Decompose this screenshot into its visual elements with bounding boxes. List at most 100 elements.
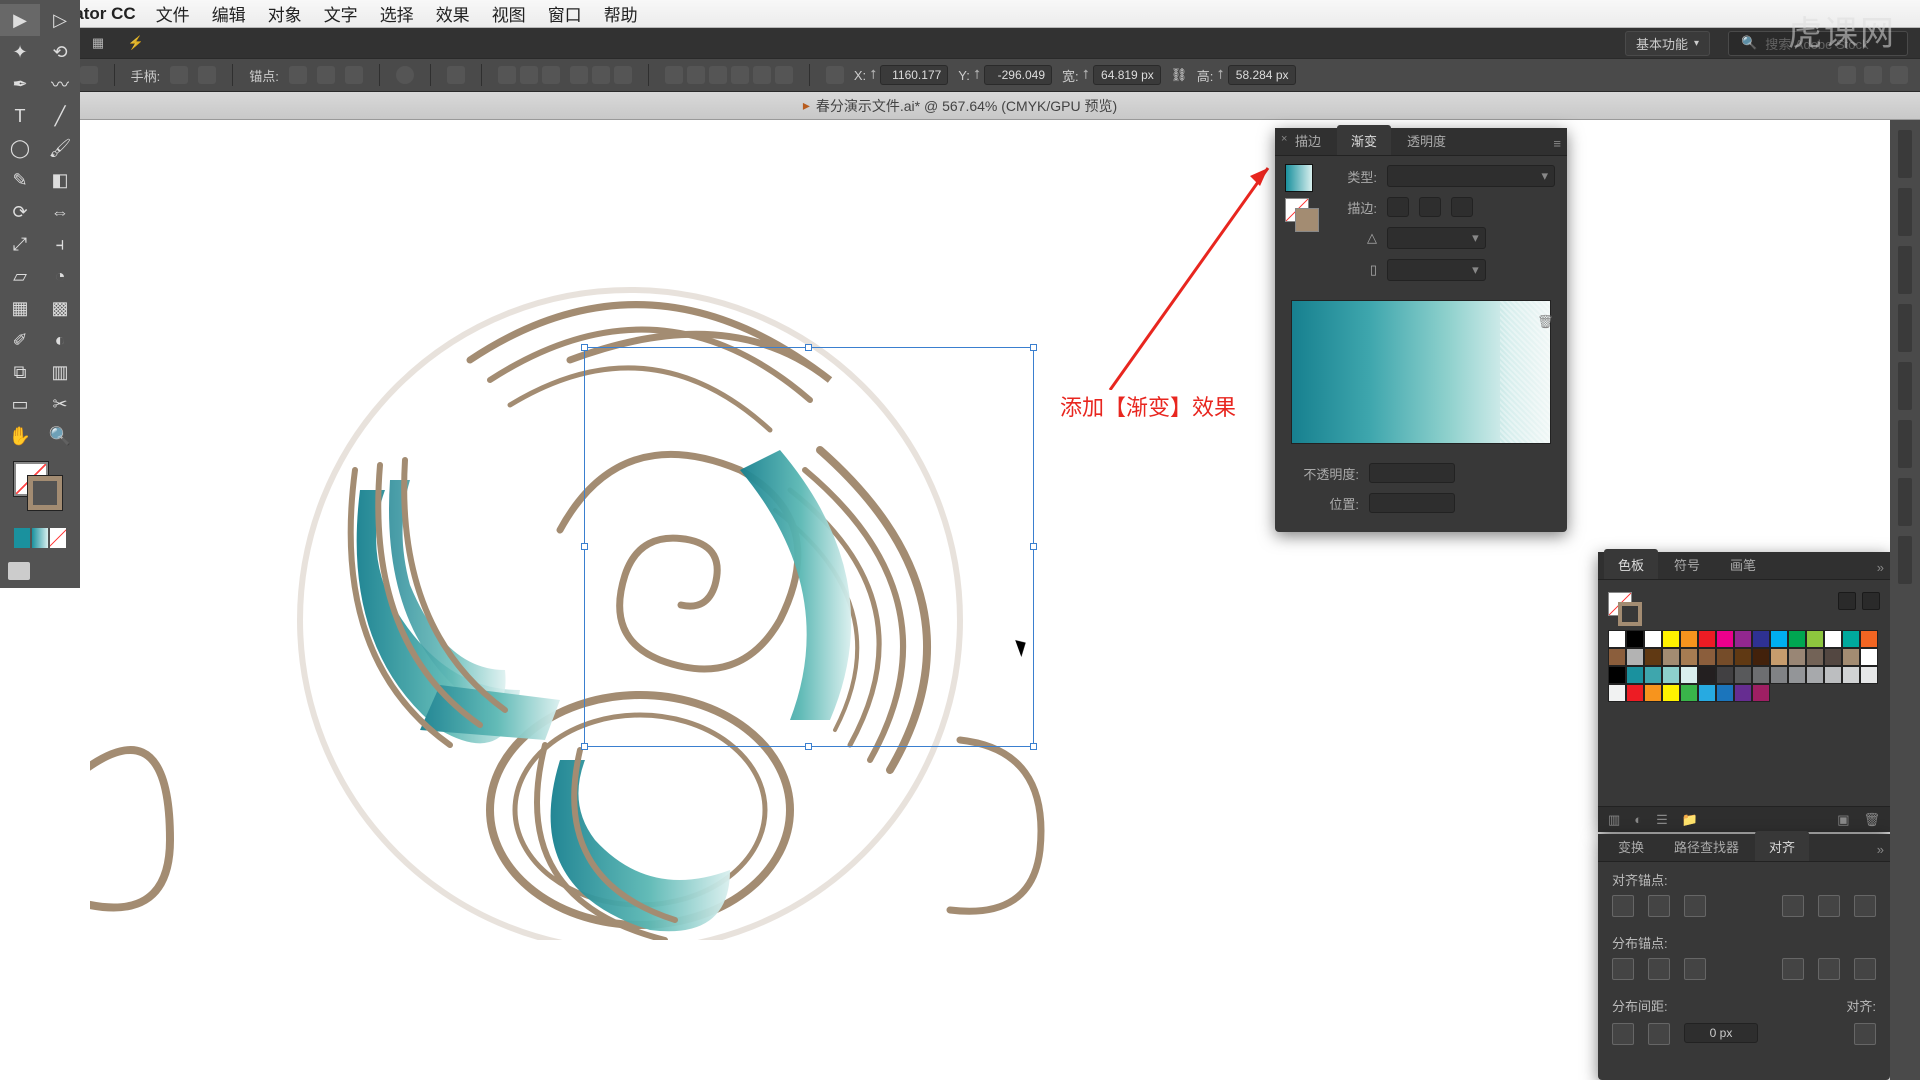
swatch-cell[interactable] [1608,630,1626,648]
anchor-btn1[interactable] [289,66,307,84]
dist-vcenter[interactable] [1648,958,1670,980]
gradient-tool[interactable]: ◐ [40,324,80,356]
swatch-cell[interactable] [1644,666,1662,684]
smooth-btn[interactable] [80,66,98,84]
curvature-tool[interactable]: 〰 [40,68,80,100]
strip-tab-2[interactable] [1898,188,1912,236]
handle-btn2[interactable] [198,66,216,84]
swatch-cell[interactable] [1644,684,1662,702]
menu-select[interactable]: 选择 [380,1,414,26]
swatch-cell[interactable] [1698,666,1716,684]
reflect-tool[interactable]: ⇔ [40,196,80,228]
al-hcenter[interactable] [1648,895,1670,917]
delete-swatch-icon[interactable]: 🗑 [1863,812,1880,828]
eyedropper-tool[interactable]: ✐ [0,324,40,356]
swatch-cell[interactable] [1842,666,1860,684]
swatch-lib-icon[interactable]: ▥ [1608,812,1620,828]
strip-tab-7[interactable] [1898,478,1912,526]
menu-view[interactable]: 视图 [492,1,526,26]
swatch-cell[interactable] [1662,630,1680,648]
swatch-cell[interactable] [1644,630,1662,648]
panel-menu-icon[interactable]: ≡ [1553,136,1561,151]
swatch-cell[interactable] [1788,648,1806,666]
blend-tool[interactable]: ⧉ [0,356,40,388]
opacity-field[interactable] [1369,463,1455,483]
stock-search[interactable]: 🔍 搜索 Adobe Stock [1728,31,1908,56]
isolate-icon[interactable] [1838,66,1856,84]
workspace-switcher[interactable]: 基本功能 ▾ [1625,31,1710,56]
swatch-cell[interactable] [1788,666,1806,684]
swatch-cell[interactable] [1608,666,1626,684]
line-tool[interactable]: ╱ [40,100,80,132]
lasso-tool[interactable]: ⟲ [40,36,80,68]
screen-mode[interactable] [8,562,30,580]
hand-tool[interactable]: ✋ [0,420,40,452]
strip-tab-1[interactable] [1898,130,1912,178]
delete-stop-icon[interactable]: 🗑 [1537,314,1553,330]
grad-stroke-proxy[interactable] [1295,208,1319,232]
swatch-cell[interactable] [1752,648,1770,666]
swatch-cell[interactable] [1698,684,1716,702]
panel-close-icon[interactable]: × [1281,133,1287,145]
y-value[interactable]: -296.049 [984,65,1052,85]
gradient-swatch-preview[interactable] [1285,164,1313,192]
spacing-field[interactable]: 0 px [1684,1023,1758,1043]
strip-tab-5[interactable] [1898,362,1912,410]
menu-window[interactable]: 窗口 [548,1,582,26]
menu-file[interactable]: 文件 [156,1,190,26]
dist-5[interactable] [753,66,771,84]
color-mode[interactable] [14,528,30,548]
swatch-cell[interactable] [1752,666,1770,684]
align-left[interactable] [498,66,516,84]
handle-btn1[interactable] [170,66,188,84]
width-tool[interactable]: ⫞ [40,228,80,260]
column-graph-tool[interactable]: ▥ [40,356,80,388]
stroke-along[interactable] [1419,197,1441,217]
brush-tool[interactable]: 🖌 [40,132,80,164]
tab-transparency[interactable]: 透明度 [1393,125,1460,155]
swatch-cell[interactable] [1770,666,1788,684]
stroke-within[interactable] [1387,197,1409,217]
menu-type[interactable]: 文字 [324,1,358,26]
scale-tool[interactable]: ⤢ [0,228,40,260]
w-value[interactable]: 64.819 px [1093,65,1161,85]
swatch-cell[interactable] [1698,648,1716,666]
editmode-icon[interactable] [1864,66,1882,84]
swatch-cell[interactable] [1626,666,1644,684]
swatch-cell[interactable] [1806,630,1824,648]
dist-1[interactable] [665,66,683,84]
globe-icon[interactable] [396,66,414,84]
align-hcenter[interactable] [520,66,538,84]
al-top[interactable] [1782,895,1804,917]
strip-tab-6[interactable] [1898,420,1912,468]
grid-view-icon[interactable] [1862,592,1880,610]
swatch-cell[interactable] [1734,684,1752,702]
swatch-cell[interactable] [1626,684,1644,702]
swatch-cell[interactable] [1824,666,1842,684]
document-tab[interactable]: ▸春分演示文件.ai* @ 567.64% (CMYK/GPU 预览) [0,92,1920,120]
swatch-cell[interactable] [1824,630,1842,648]
new-swatch-icon[interactable]: ▣ [1837,812,1849,828]
al-left[interactable] [1612,895,1634,917]
swatch-cell[interactable] [1644,648,1662,666]
free-transform-tool[interactable]: ▱ [0,260,40,292]
swatch-cell[interactable] [1680,648,1698,666]
dist-space-h[interactable] [1648,1023,1670,1045]
swatch-cell[interactable] [1626,630,1644,648]
align-bottom[interactable] [614,66,632,84]
stroke-swatch[interactable] [28,476,62,510]
dist-2[interactable] [687,66,705,84]
shape-builder-tool[interactable]: ◔ [40,260,80,292]
align-right[interactable] [542,66,560,84]
type-tool[interactable]: T [0,100,40,132]
align-vcenter[interactable] [592,66,610,84]
artboard-tool[interactable]: ▭ [0,388,40,420]
dist-space-v[interactable] [1612,1023,1634,1045]
swatch-cell[interactable] [1842,648,1860,666]
menu-object[interactable]: 对象 [268,1,302,26]
strip-tab-4[interactable] [1898,304,1912,352]
more-icon[interactable] [1890,66,1908,84]
swatch-cell[interactable] [1626,648,1644,666]
ratio-field[interactable]: ▾ [1387,259,1486,281]
strip-tab-8[interactable] [1898,536,1912,584]
